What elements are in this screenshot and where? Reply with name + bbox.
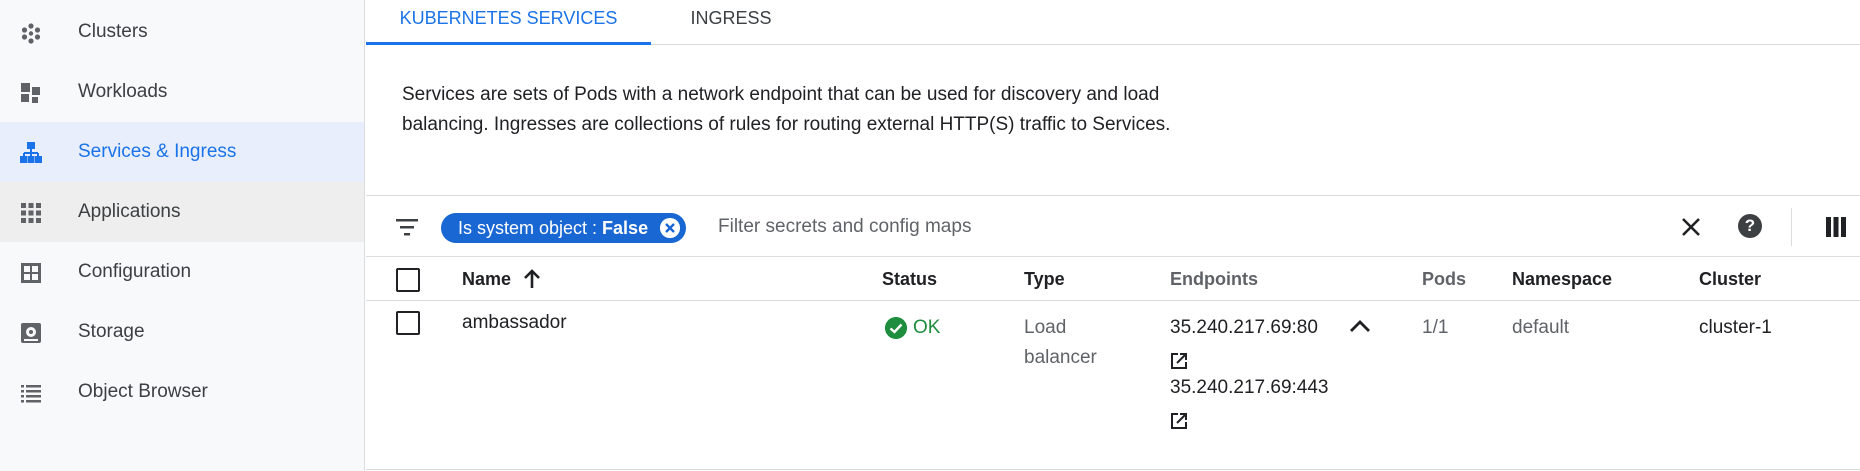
check-circle-icon xyxy=(885,317,907,339)
list-icon xyxy=(21,385,41,403)
status-text: OK xyxy=(913,317,941,338)
service-name-link[interactable]: ambassador xyxy=(462,308,567,338)
workloads-icon xyxy=(21,83,40,103)
type-text: Load xyxy=(1024,317,1067,338)
column-header-name[interactable]: Name xyxy=(462,257,511,301)
sidebar-item-label: Workloads xyxy=(78,81,168,102)
sidebar-item-label: Configuration xyxy=(78,261,192,282)
filter-chip-key: Is system object : xyxy=(458,218,603,238)
column-display-icon[interactable] xyxy=(1826,217,1846,237)
column-header-pods[interactable]: Pods xyxy=(1422,257,1466,301)
column-header-type[interactable]: Type xyxy=(1024,257,1065,301)
filter-bar: Is system object : False ? xyxy=(366,195,1860,257)
filter-chip-value: False xyxy=(602,218,649,238)
tab-kubernetes-services[interactable]: KUBERNETES SERVICES xyxy=(366,0,651,45)
column-header-endpoints[interactable]: Endpoints xyxy=(1170,257,1258,301)
filter-icon[interactable] xyxy=(395,216,419,238)
sidebar: Clusters Workloads Services & Ingress Ap… xyxy=(0,0,365,471)
tab-bar: KUBERNETES SERVICES INGRESS xyxy=(366,0,1860,45)
chevron-up-icon[interactable] xyxy=(1349,319,1371,333)
divider xyxy=(1791,208,1792,246)
chip-remove-icon[interactable] xyxy=(660,218,681,238)
close-icon[interactable] xyxy=(1680,216,1702,238)
column-header-namespace[interactable]: Namespace xyxy=(1512,257,1612,301)
row-checkbox[interactable] xyxy=(396,311,420,335)
endpoint-link[interactable]: 35.240.217.69:80 xyxy=(1170,313,1318,343)
storage-icon xyxy=(21,323,41,343)
column-header-status[interactable]: Status xyxy=(882,257,937,301)
table-header: Name Status Type Endpoints Pods Namespac… xyxy=(366,257,1860,301)
main-content: KUBERNETES SERVICES INGRESS Services are… xyxy=(366,0,1860,471)
apps-grid-icon xyxy=(21,203,41,223)
cluster-link[interactable]: cluster-1 xyxy=(1699,313,1772,343)
external-link-icon[interactable] xyxy=(1170,352,1188,370)
sidebar-item-services-ingress[interactable]: Services & Ingress xyxy=(0,122,364,182)
sidebar-item-workloads[interactable]: Workloads xyxy=(0,62,364,122)
tab-ingress[interactable]: INGRESS xyxy=(651,0,811,45)
sidebar-item-configuration[interactable]: Configuration xyxy=(0,242,364,302)
select-all-checkbox[interactable] xyxy=(396,268,420,292)
sidebar-item-applications[interactable]: Applications xyxy=(0,182,364,242)
sidebar-item-label: Storage xyxy=(78,321,145,342)
help-icon[interactable]: ? xyxy=(1738,214,1762,238)
filter-input[interactable] xyxy=(718,212,1318,242)
external-link-icon[interactable] xyxy=(1170,412,1188,430)
sidebar-item-label: Services & Ingress xyxy=(78,141,237,162)
sidebar-item-storage[interactable]: Storage xyxy=(0,302,364,362)
endpoint-link[interactable]: 35.240.217.69:443 xyxy=(1170,373,1329,403)
table-row[interactable]: ambassador OK Load balancer 35.240.217.6… xyxy=(366,301,1860,470)
sidebar-item-label: Applications xyxy=(78,201,181,222)
sidebar-item-label: Object Browser xyxy=(78,381,208,402)
pods-count: 1/1 xyxy=(1422,317,1449,338)
services-icon xyxy=(20,142,42,163)
sidebar-item-label: Clusters xyxy=(78,21,148,42)
type-text: balancer xyxy=(1024,347,1097,368)
page-description: Services are sets of Pods with a network… xyxy=(402,84,1171,135)
sidebar-item-object-browser[interactable]: Object Browser xyxy=(0,362,364,422)
sort-ascending-icon[interactable] xyxy=(522,268,542,290)
configuration-icon xyxy=(21,263,41,283)
clusters-icon xyxy=(21,23,41,44)
sidebar-item-clusters[interactable]: Clusters xyxy=(0,2,364,62)
namespace-text: default xyxy=(1512,317,1570,338)
filter-chip[interactable]: Is system object : False xyxy=(441,213,687,243)
column-header-cluster[interactable]: Cluster xyxy=(1699,257,1761,301)
